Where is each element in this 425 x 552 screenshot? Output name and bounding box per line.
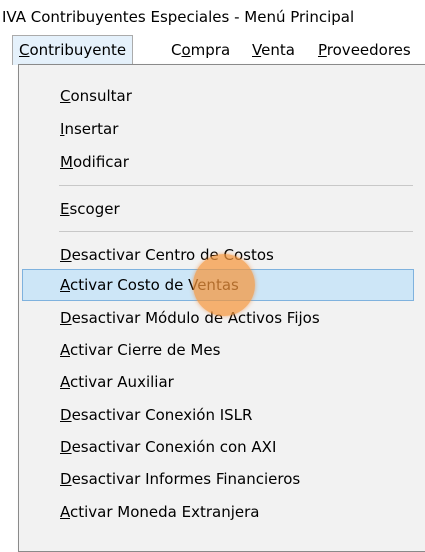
menu-item-activar-auxiliar[interactable]: Activar Auxiliar — [22, 366, 414, 398]
label-part: ctivar Costo de Ventas — [70, 276, 239, 294]
label-part: ctivar Moneda Extranjera — [70, 503, 260, 521]
mnemonic: A — [60, 373, 70, 391]
mnemonic: A — [60, 341, 70, 359]
menu-contribuyente[interactable]: Contribuyente — [12, 35, 134, 65]
menu-separator — [59, 231, 413, 232]
mnemonic: P — [318, 41, 327, 59]
mnemonic: C — [19, 41, 30, 59]
mnemonic: D — [60, 470, 72, 488]
mnemonic: C — [60, 87, 71, 105]
menu-item-escoger[interactable]: Escoger — [22, 193, 414, 225]
label-part: esactivar Informes Financieros — [71, 470, 301, 488]
window-title: IVA Contribuyentes Especiales - Menú Pri… — [0, 0, 425, 34]
label-part: esactivar Conexión ISLR — [71, 406, 253, 424]
label-part: nsertar — [64, 120, 119, 138]
label-part: C — [171, 41, 182, 59]
label-part: enta — [261, 41, 295, 59]
mnemonic: M — [60, 153, 73, 171]
menu-proveedores[interactable]: Proveedores — [312, 35, 417, 65]
label-part: mpra — [190, 41, 231, 59]
label-part: ontribuyente — [29, 41, 127, 59]
menu-venta-label: Venta — [252, 41, 295, 59]
menu-item-desactivar-conexion-con-axi[interactable]: Desactivar Conexión con AXI — [22, 431, 414, 463]
mnemonic: o — [181, 41, 191, 59]
menu-contribuyente-label: Contribuyente — [19, 41, 126, 59]
mnemonic: D — [60, 438, 72, 456]
menu-item-desactivar-modulo-de-activos-fijos[interactable]: Desactivar Módulo de Activos Fijos — [22, 302, 414, 334]
menu-separator — [59, 185, 413, 186]
menu-item-desactivar-conexion-islr[interactable]: Desactivar Conexión ISLR — [22, 399, 414, 431]
mnemonic: D — [60, 309, 72, 327]
label-part: scoger — [69, 200, 120, 218]
label-part: esactivar Conexión con AXI — [71, 438, 277, 456]
contribuyente-dropdown-menu: Consultar Insertar Modificar Escoger Des… — [18, 64, 425, 552]
label-part: ctivar Auxiliar — [70, 373, 174, 391]
menu-item-activar-costo-de-ventas[interactable]: Activar Costo de Ventas — [22, 269, 414, 301]
label-part: ctivar Cierre de Mes — [70, 341, 221, 359]
menu-item-insertar[interactable]: Insertar — [22, 113, 414, 145]
menu-item-desactivar-centro-de-costos[interactable]: Desactivar Centro de Costos — [22, 239, 414, 271]
mnemonic: D — [60, 406, 72, 424]
menu-item-modificar[interactable]: Modificar — [22, 146, 414, 178]
mnemonic: D — [60, 246, 72, 264]
mnemonic: A — [60, 276, 70, 294]
label-part: esactivar Módulo de Activos Fijos — [71, 309, 320, 327]
menu-item-activar-moneda-extranjera[interactable]: Activar Moneda Extranjera — [22, 496, 414, 528]
mnemonic: V — [252, 41, 262, 59]
label-part: onsultar — [70, 87, 132, 105]
menu-compra[interactable]: Compra — [165, 35, 236, 65]
menu-venta[interactable]: Venta — [246, 35, 301, 65]
label-part: roveedores — [326, 41, 411, 59]
label-part: esactivar Centro de Costos — [71, 246, 274, 264]
menu-proveedores-label: Proveedores — [318, 41, 411, 59]
menu-item-desactivar-informes-financieros[interactable]: Desactivar Informes Financieros — [22, 463, 414, 495]
menu-bar: Contribuyente Compra Venta Proveedores — [0, 34, 425, 66]
label-part: odificar — [72, 153, 129, 171]
mnemonic: A — [60, 503, 70, 521]
menu-item-activar-cierre-de-mes[interactable]: Activar Cierre de Mes — [22, 334, 414, 366]
menu-compra-label: Compra — [171, 41, 230, 59]
menu-item-consultar[interactable]: Consultar — [22, 80, 414, 112]
